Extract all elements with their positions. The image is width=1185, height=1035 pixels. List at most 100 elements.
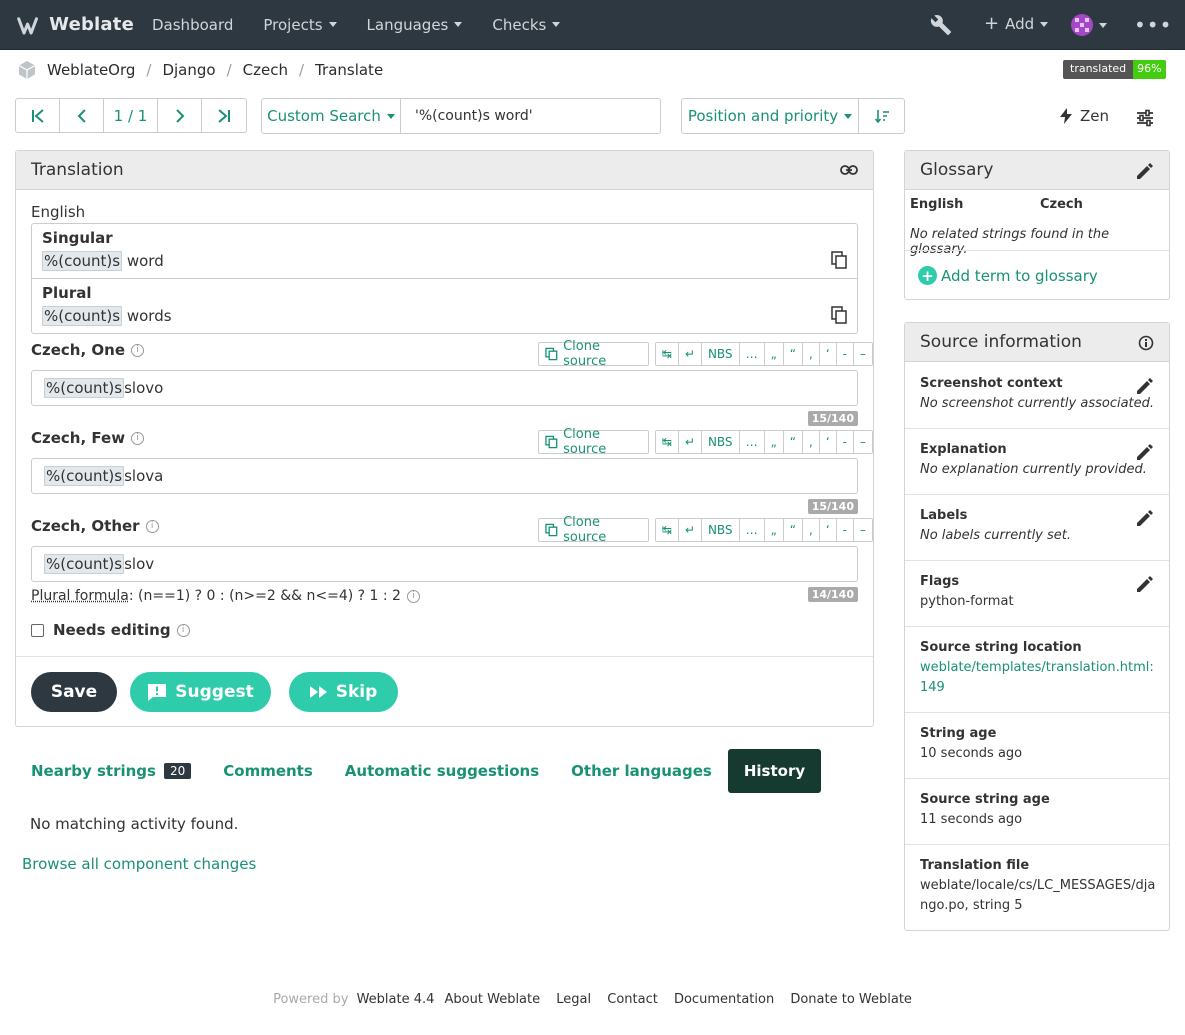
previous-button[interactable] <box>60 99 104 132</box>
char-ellipsis[interactable]: … <box>740 343 765 365</box>
placeholder-highlight[interactable]: %(count)s <box>42 306 123 326</box>
placeholder-highlight[interactable]: %(count)s <box>42 251 123 271</box>
info-icon[interactable]: i <box>131 343 145 357</box>
add-menu[interactable]: + Add <box>984 15 1049 33</box>
source-location-link[interactable]: weblate/templates/translation.html:149 <box>920 658 1158 698</box>
pencil-icon[interactable] <box>1136 443 1154 461</box>
info-icon[interactable]: i <box>131 431 145 445</box>
char-low-quote[interactable]: „ <box>765 519 784 541</box>
char-high-quote[interactable]: “ <box>784 519 803 541</box>
char-single-quote[interactable]: ‘ <box>820 519 837 541</box>
brand[interactable]: Weblate <box>16 12 134 38</box>
char-nbsp[interactable]: NBS <box>702 343 740 365</box>
skip-button[interactable]: Skip <box>289 672 398 712</box>
pencil-icon[interactable] <box>1136 377 1154 395</box>
char-single-quote[interactable]: ‘ <box>820 343 837 365</box>
placeholder-highlight[interactable]: %(count)s <box>44 378 125 398</box>
browse-changes-link[interactable]: Browse all component changes <box>22 855 256 873</box>
copy-icon[interactable] <box>831 251 847 269</box>
char-ellipsis[interactable]: … <box>740 431 765 453</box>
status-badge[interactable]: translated 96% <box>1063 60 1166 79</box>
more-dots-icon[interactable]: ••• <box>1134 13 1172 37</box>
zen-mode-button[interactable]: Zen <box>1060 107 1109 125</box>
placeholder-highlight[interactable]: %(count)s <box>44 466 125 486</box>
tab-history[interactable]: History <box>727 749 822 793</box>
translation-input-few[interactable]: %(count)s slova <box>31 458 858 494</box>
clone-source-button[interactable]: Clone source <box>538 427 649 457</box>
translation-input-other[interactable]: %(count)s slov <box>31 546 858 582</box>
link-icon[interactable] <box>840 162 858 178</box>
settings-sliders-icon[interactable] <box>1136 109 1154 127</box>
nav-checks[interactable]: Checks <box>492 16 572 34</box>
user-menu[interactable] <box>1071 14 1107 36</box>
placeholder-highlight[interactable]: %(count)s <box>44 554 125 574</box>
clone-source-button[interactable]: Clone source <box>538 339 649 369</box>
sort-direction-button[interactable] <box>859 98 905 134</box>
char-hyphen[interactable]: - <box>837 343 854 365</box>
sort-dropdown[interactable]: Position and priority <box>681 98 859 134</box>
save-button[interactable]: Save <box>31 672 117 712</box>
char-high-quote[interactable]: “ <box>784 431 803 453</box>
char-comma[interactable]: , <box>803 519 820 541</box>
needs-editing-checkbox[interactable] <box>31 623 44 637</box>
info-icon[interactable]: i <box>145 519 159 533</box>
info-icon[interactable]: i <box>176 623 190 637</box>
char-en-dash[interactable]: – <box>854 519 872 541</box>
footer-version-link[interactable]: Weblate 4.4 <box>357 992 435 1007</box>
char-low-quote[interactable]: „ <box>765 343 784 365</box>
next-button[interactable] <box>158 99 202 132</box>
char-en-dash[interactable]: – <box>854 431 872 453</box>
pencil-icon[interactable] <box>1136 509 1154 527</box>
info-icon[interactable]: i <box>406 589 420 603</box>
breadcrumb-project[interactable]: Django <box>162 61 215 79</box>
footer-about-link[interactable]: About Weblate <box>445 992 541 1007</box>
footer-contact-link[interactable]: Contact <box>607 992 658 1007</box>
history-empty-message: No matching activity found. <box>30 815 239 833</box>
char-comma[interactable]: , <box>803 343 820 365</box>
translation-input-one[interactable]: %(count)s slovo <box>31 370 858 406</box>
char-tab[interactable]: ↹ <box>656 343 679 365</box>
copy-icon[interactable] <box>831 306 847 324</box>
nav-languages[interactable]: Languages <box>367 16 475 34</box>
char-tab[interactable]: ↹ <box>656 519 679 541</box>
char-ellipsis[interactable]: … <box>740 519 765 541</box>
nav-projects[interactable]: Projects <box>263 16 348 34</box>
pencil-icon[interactable] <box>1136 575 1154 593</box>
char-hyphen[interactable]: - <box>837 431 854 453</box>
char-hyphen[interactable]: - <box>837 519 854 541</box>
tab-comments[interactable]: Comments <box>207 749 329 793</box>
char-single-quote[interactable]: ‘ <box>820 431 837 453</box>
tab-automatic-suggestions[interactable]: Automatic suggestions <box>329 749 555 793</box>
last-page-button[interactable] <box>202 99 246 132</box>
breadcrumb-organization[interactable]: WeblateOrg <box>47 61 135 79</box>
tab-nearby-strings[interactable]: Nearby strings 20 <box>15 749 207 793</box>
footer-legal-link[interactable]: Legal <box>556 992 591 1007</box>
footer-donate-link[interactable]: Donate to Weblate <box>790 992 912 1007</box>
char-newline[interactable]: ↵ <box>679 343 702 365</box>
char-nbsp[interactable]: NBS <box>702 431 740 453</box>
suggest-button[interactable]: Suggest <box>130 672 271 712</box>
first-page-button[interactable] <box>16 99 60 132</box>
char-nbsp[interactable]: NBS <box>702 519 740 541</box>
needs-editing-toggle[interactable]: Needs editing i <box>31 621 190 639</box>
char-newline[interactable]: ↵ <box>679 431 702 453</box>
footer-docs-link[interactable]: Documentation <box>674 992 774 1007</box>
tab-other-languages[interactable]: Other languages <box>555 749 728 793</box>
clone-source-button[interactable]: Clone source <box>538 515 649 545</box>
pencil-icon[interactable] <box>1136 162 1154 180</box>
search-type-dropdown[interactable]: Custom Search <box>261 98 401 134</box>
search-input[interactable] <box>401 98 661 134</box>
info-circle-icon[interactable] <box>1138 335 1154 351</box>
char-tab[interactable]: ↹ <box>656 431 679 453</box>
char-high-quote[interactable]: “ <box>784 343 803 365</box>
char-low-quote[interactable]: „ <box>765 431 784 453</box>
plural-formula-label[interactable]: Plural formula <box>31 588 129 604</box>
char-newline[interactable]: ↵ <box>679 519 702 541</box>
add-term-link[interactable]: + Add term to glossary <box>918 266 1098 285</box>
breadcrumb-language[interactable]: Czech <box>243 61 288 79</box>
nav-dashboard[interactable]: Dashboard <box>152 16 245 34</box>
wrench-icon[interactable] <box>930 14 952 36</box>
plural-formula: Plural formula: (n==1) ? 0 : (n>=2 && n<… <box>31 588 420 604</box>
char-comma[interactable]: , <box>803 431 820 453</box>
char-en-dash[interactable]: – <box>854 343 872 365</box>
